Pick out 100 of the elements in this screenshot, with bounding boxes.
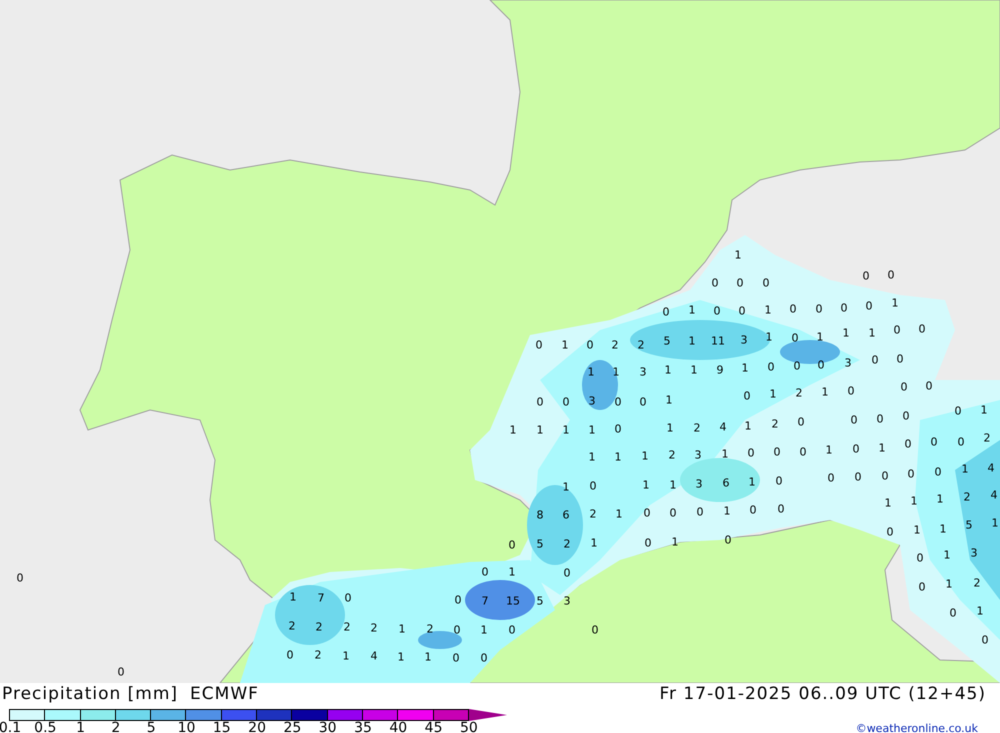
precipitation-value: 2 — [370, 622, 378, 634]
precipitation-value: 8 — [536, 510, 544, 520]
precipitation-value: 0 — [592, 624, 598, 636]
precipitation-value: 1 — [878, 442, 886, 454]
precipitation-value: 0 — [286, 650, 294, 660]
precipitation-value: 0 — [776, 476, 782, 486]
precipitation-value: 0 — [480, 652, 488, 664]
precipitation-value: 0 — [586, 340, 594, 350]
precipitation-value: 0 — [876, 414, 884, 424]
precipitation-value: 1 — [588, 452, 596, 462]
legend-tick-label: 1 — [76, 721, 86, 733]
precipitation-value: 0 — [644, 508, 650, 518]
precipitation-value: 1 — [826, 444, 832, 456]
precipitation-value: 0 — [454, 594, 462, 606]
precipitation-value: 0 — [886, 526, 894, 538]
precipitation-value: 1 — [642, 450, 648, 462]
legend-tick-label: 2 — [111, 721, 120, 733]
precipitation-value: 0 — [724, 534, 732, 546]
model-name: ECMWF — [190, 686, 259, 703]
precipitation-value: 2 — [964, 492, 970, 502]
precipitation-value: 15 — [506, 596, 520, 606]
precipitation-value: 1 — [688, 336, 696, 346]
precipitation-value: 0 — [794, 360, 800, 372]
legend-tick-label: 40 — [389, 721, 408, 733]
precipitation-value: 1 — [670, 480, 676, 490]
precipitation-value: 1 — [722, 448, 728, 460]
precipitation-value: 2 — [612, 340, 618, 350]
precipitation-value: 2 — [316, 622, 322, 632]
precipitation-value: 0 — [640, 396, 646, 408]
precipitation-value: 1 — [914, 524, 920, 536]
precipitation-value: 0 — [670, 508, 676, 518]
precipitation-value: 0 — [744, 390, 750, 402]
precipitation-value: 0 — [840, 302, 848, 314]
precipitation-value: 0 — [508, 624, 516, 636]
precipitation-value: 0 — [918, 582, 926, 592]
precipitation-value: 5 — [966, 520, 972, 530]
legend-tick-label: 0.5 — [34, 721, 56, 733]
precipitation-value: 2 — [344, 622, 350, 632]
precipitation-value: 0 — [954, 406, 962, 416]
precipitation-value: 1 — [980, 404, 988, 416]
precipitation-value: 1 — [672, 536, 678, 548]
precipitation-value: 2 — [772, 418, 778, 430]
precipitation-value: 1 — [666, 422, 674, 434]
precipitation-value: 1 — [884, 498, 892, 508]
precipitation-value: 3 — [694, 450, 702, 460]
precipitation-value: 0 — [930, 436, 938, 448]
precipitation-value: 0 — [902, 410, 910, 422]
precipitation-value: 0 — [828, 472, 834, 484]
precipitation-value: 1 — [816, 332, 824, 342]
precipitation-value: 1 — [536, 424, 544, 436]
precipitation-value: 1 — [744, 420, 752, 432]
precipitation-value: 0 — [896, 354, 904, 364]
precipitation-value: 0 — [482, 566, 488, 578]
precipitation-value: 0 — [748, 448, 754, 458]
precipitation-value: 3 — [970, 548, 978, 558]
precipitation-value: 0 — [908, 468, 914, 480]
precipitation-value: 6 — [722, 478, 730, 488]
precipitation-value: 0 — [16, 572, 24, 584]
precipitation-value: 0 — [982, 634, 988, 646]
precipitation-value: 1 — [510, 424, 516, 436]
precipitation-value: 2 — [564, 538, 570, 550]
precipitation-value: 0 — [798, 416, 804, 428]
precipitation-value: 0 — [614, 424, 622, 434]
precipitation-value: 0 — [508, 540, 516, 550]
precipitation-value: 0 — [852, 444, 860, 454]
precipitation-value: 2 — [984, 432, 990, 444]
precipitation-value: 0 — [564, 568, 570, 578]
legend-tick-label: 25 — [283, 721, 302, 733]
legend-tick-label: 50 — [460, 721, 478, 733]
precipitation-value: 1 — [688, 304, 696, 316]
credit-link[interactable]: ©weatheronline.co.uk — [856, 723, 978, 733]
precipitation-value: 0 — [800, 446, 806, 458]
precipitation-value: 2 — [314, 650, 322, 660]
precipitation-value: 0 — [536, 340, 542, 350]
precipitation-value: 1 — [764, 304, 772, 316]
precipitation-value: 1 — [614, 452, 622, 462]
precipitation-value: 3 — [740, 334, 748, 346]
precipitation-value: 0 — [934, 466, 942, 478]
precipitation-value: 0 — [904, 438, 912, 450]
precipitation-value: 2 — [426, 624, 434, 634]
precipitation-value: 3 — [640, 366, 646, 378]
precipitation-value: 1 — [742, 362, 748, 374]
precipitation-value: 6 — [562, 510, 570, 520]
legend-tick-label: 15 — [212, 721, 231, 733]
legend-tick-label: 10 — [178, 721, 196, 733]
precipitation-value: 2 — [694, 422, 700, 434]
precipitation-value: 0 — [862, 270, 870, 282]
precipitation-value: 0 — [916, 552, 924, 564]
precipitation-value: 0 — [736, 278, 744, 288]
precipitation-value: 0 — [590, 480, 596, 492]
precipitation-value: 0 — [696, 506, 704, 518]
precipitation-value: 0 — [926, 380, 932, 392]
precipitation-value: 1 — [936, 494, 944, 504]
precipitation-value: 0 — [854, 472, 862, 482]
precipitation-value: 0 — [894, 324, 900, 336]
precipitation-value: 0 — [882, 470, 888, 482]
precipitation-value: 11 — [711, 336, 725, 346]
precipitation-value: 0 — [762, 278, 770, 288]
precipitation-value: 0 — [848, 386, 854, 396]
precipitation-value: 1 — [992, 518, 998, 528]
